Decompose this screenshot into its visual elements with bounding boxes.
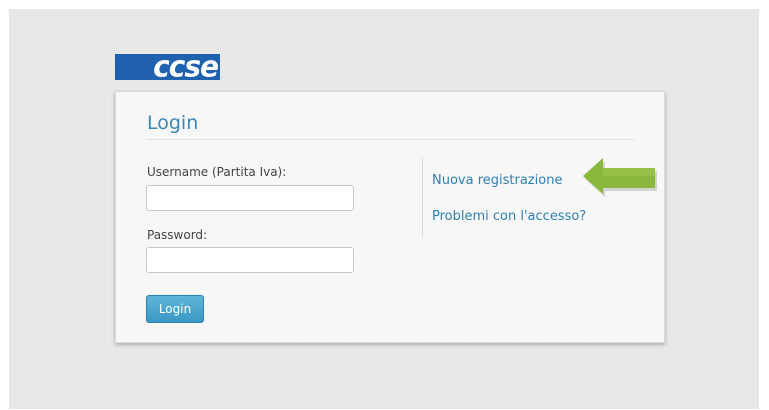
title-divider	[147, 139, 635, 140]
ccse-logo: ccse	[115, 49, 220, 84]
username-label: Username (Partita Iva):	[147, 165, 287, 179]
password-label: Password:	[147, 228, 208, 242]
vertical-divider	[422, 157, 423, 237]
username-input[interactable]	[146, 185, 354, 211]
login-title: Login	[147, 112, 199, 134]
logo-text: ccse	[153, 49, 219, 84]
left-arrow-icon	[583, 158, 657, 197]
login-panel: Login Username (Partita Iva): Password: …	[115, 91, 665, 343]
password-input[interactable]	[146, 247, 354, 273]
register-link[interactable]: Nuova registrazione	[432, 173, 562, 188]
access-problems-link[interactable]: Problemi con l'accesso?	[432, 209, 586, 224]
login-button[interactable]: Login	[146, 295, 204, 323]
